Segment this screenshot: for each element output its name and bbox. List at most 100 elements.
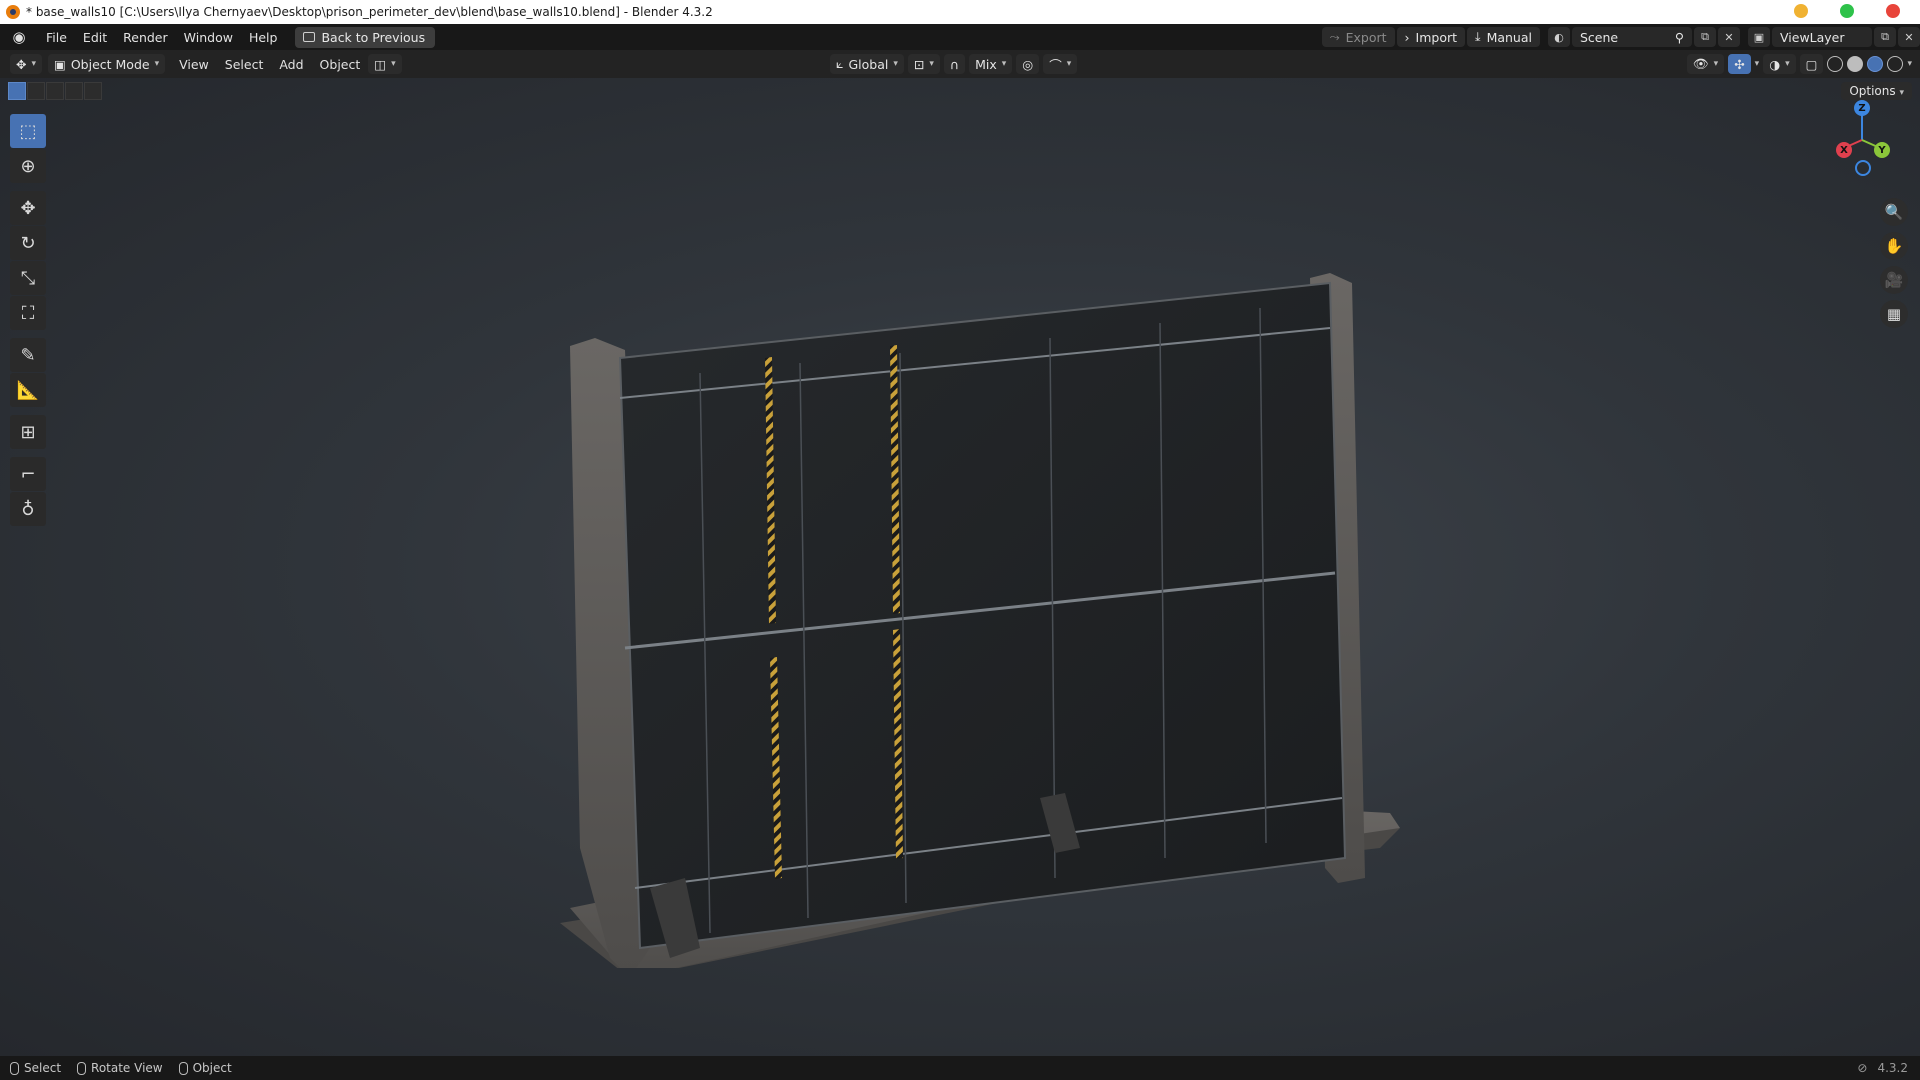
menu-window[interactable]: Window — [176, 27, 241, 48]
shading-dropdown-icon[interactable]: ▾ — [1907, 59, 1912, 69]
close-button[interactable] — [1886, 4, 1900, 18]
scene-selector-icon[interactable]: ◐ — [1548, 27, 1570, 47]
scale-tool-icon[interactable]: ⤡ — [10, 261, 46, 295]
menu-render[interactable]: Render — [115, 27, 176, 48]
navigation-gizmo[interactable]: Z X Y — [1822, 96, 1902, 176]
menu-edit[interactable]: Edit — [75, 27, 115, 48]
top-menubar: ◉ File Edit Render Window Help Back to P… — [0, 24, 1920, 50]
window-titlebar: * base_walls10 [C:\Users\Ilya Chernyaev\… — [0, 0, 1920, 24]
zoom-icon[interactable]: 🔍 — [1880, 198, 1908, 226]
version-area: ⊘ 4.3.2 — [1857, 1061, 1908, 1075]
object-options-button[interactable]: ◫ ▾ — [368, 54, 402, 74]
export-button[interactable]: ⤳ Export — [1321, 27, 1395, 47]
gizmo-x-axis[interactable]: X — [1836, 142, 1852, 158]
menu-help[interactable]: Help — [241, 27, 286, 48]
select-invert-icon[interactable] — [65, 82, 83, 100]
orientation-dropdown[interactable]: ⟀ Global ▾ — [830, 54, 904, 74]
add-cube-tool-icon[interactable]: ⊞ — [10, 415, 46, 449]
menu-object[interactable]: Object — [312, 54, 369, 75]
transform-tool-icon[interactable]: ⛶ — [10, 296, 46, 330]
window-title: * base_walls10 [C:\Users\Ilya Chernyaev\… — [26, 5, 713, 19]
select-intersect-icon[interactable] — [84, 82, 102, 100]
camera-view-icon[interactable]: 🎥 — [1880, 266, 1908, 294]
falloff-curve-icon: ⌒ — [1049, 57, 1062, 73]
status-rotate-view-label: Rotate View — [91, 1061, 163, 1075]
orientation-icon: ⟀ — [836, 56, 844, 71]
proportional-edit-icon: ◎ — [1022, 56, 1034, 72]
scene-value: Scene — [1580, 29, 1619, 45]
viewlayer-selector-icon[interactable]: ▣ — [1748, 27, 1770, 47]
menu-view[interactable]: View — [171, 54, 217, 75]
material-preview-shading-icon[interactable] — [1867, 56, 1884, 72]
gizmo-toggle[interactable]: ✣ — [1728, 54, 1751, 74]
menu-file[interactable]: File — [38, 27, 75, 48]
rendered-shading-icon[interactable] — [1887, 56, 1904, 72]
manual-button[interactable]: ⤓ Manual — [1467, 27, 1540, 47]
back-to-previous-button[interactable]: Back to Previous — [295, 26, 436, 48]
import-icon: › — [1404, 29, 1410, 45]
scene-field[interactable]: Scene ⚲ — [1572, 27, 1692, 47]
overlay-toggle[interactable]: ◑ ▾ — [1763, 54, 1796, 74]
pan-hand-icon[interactable]: ✋ — [1880, 232, 1908, 260]
extra-tool-icon[interactable]: ♁ — [10, 492, 46, 526]
new-scene-icon[interactable]: ⧉ — [1694, 27, 1716, 47]
editor-type-button[interactable]: ✥ ▾ — [10, 54, 43, 74]
xray-toggle[interactable]: ▢ — [1799, 54, 1824, 74]
chevron-down-icon: ▾ — [893, 59, 898, 69]
edit-curve-tool-icon[interactable]: ⌐ — [10, 457, 46, 491]
gizmo-icon: ✣ — [1734, 56, 1745, 72]
maximize-button[interactable] — [1840, 4, 1854, 18]
menubar-right-tools: ⤳ Export › Import ⤓ Manual ◐ Scene ⚲ ⧉ ✕… — [1321, 24, 1920, 50]
select-subtract-icon[interactable] — [46, 82, 64, 100]
back-icon — [303, 32, 316, 42]
viewport-display-tools: 👁 ▾ ✣ ▾ ◑ ▾ ▢ ▾ — [1686, 54, 1912, 74]
minimize-button[interactable] — [1794, 4, 1808, 18]
tool-shelf: ⬚ ⊕ ✥ ↻ ⤡ ⛶ ✎ 📐 ⊞ ⌐ ♁ — [10, 114, 46, 526]
menu-add[interactable]: Add — [271, 54, 311, 75]
version-label: 4.3.2 — [1877, 1061, 1908, 1075]
visibility-dropdown[interactable]: 👁 ▾ — [1686, 54, 1725, 74]
cursor-tool-icon[interactable]: ⊕ — [10, 149, 46, 183]
gizmo-dropdown-icon[interactable]: ▾ — [1755, 59, 1760, 69]
select-extend-icon[interactable] — [27, 82, 45, 100]
wireframe-shading-icon[interactable] — [1827, 56, 1844, 72]
gizmo-y-axis[interactable]: Y — [1874, 142, 1890, 158]
remove-viewlayer-icon[interactable]: ✕ — [1898, 27, 1920, 47]
gizmo-z-axis[interactable]: Z — [1854, 100, 1870, 116]
status-select: Select — [10, 1061, 61, 1075]
viewlayer-field[interactable]: ViewLayer — [1772, 27, 1872, 47]
select-box-tool-icon[interactable]: ⬚ — [10, 114, 46, 148]
snap-toggle[interactable]: ∩ — [943, 54, 966, 74]
3d-viewport[interactable]: ⬚ ⊕ ✥ ↻ ⤡ ⛶ ✎ 📐 ⊞ ⌐ ♁ Options ▾ Z X Y 🔍 … — [0, 78, 1920, 1056]
export-icon: ⤳ — [1329, 29, 1340, 44]
move-tool-icon[interactable]: ✥ — [10, 191, 46, 225]
mouse-right-icon — [178, 1061, 188, 1075]
object-options-icon: ◫ — [374, 56, 387, 72]
solid-shading-icon[interactable] — [1847, 56, 1864, 72]
annotate-tool-icon[interactable]: ✎ — [10, 338, 46, 372]
snap-mode-dropdown[interactable]: Mix ▾ — [969, 54, 1013, 74]
pivot-dropdown[interactable]: ⊡ ▾ — [907, 54, 940, 74]
rotate-tool-icon[interactable]: ↻ — [10, 226, 46, 260]
remove-scene-icon[interactable]: ✕ — [1718, 27, 1740, 47]
menu-select[interactable]: Select — [217, 54, 272, 75]
falloff-dropdown[interactable]: ⌒ ▾ — [1043, 54, 1078, 74]
gizmo-neg-z-axis[interactable] — [1855, 160, 1871, 176]
perspective-toggle-icon[interactable]: ▦ — [1880, 300, 1908, 328]
proportional-edit-toggle[interactable]: ◎ — [1016, 54, 1040, 74]
measure-tool-icon[interactable]: 📐 — [10, 373, 46, 407]
chevron-down-icon: ▾ — [391, 59, 396, 69]
new-viewlayer-icon[interactable]: ⧉ — [1874, 27, 1896, 47]
network-off-icon: ⊘ — [1857, 1061, 1868, 1075]
mode-dropdown[interactable]: ▣ Object Mode ▾ — [48, 54, 166, 74]
mouse-middle-icon — [77, 1061, 87, 1075]
import-button[interactable]: › Import — [1396, 27, 1466, 47]
blender-menu-icon[interactable]: ◉ — [10, 28, 28, 46]
pin-icon[interactable]: ⚲ — [1675, 30, 1684, 45]
wall-barrier-model[interactable] — [520, 188, 1420, 968]
status-object-label: Object — [192, 1061, 232, 1075]
manual-label: Manual — [1486, 29, 1532, 45]
chevron-down-icon: ▾ — [929, 59, 934, 69]
chevron-down-icon: ▾ — [1713, 59, 1719, 69]
select-new-icon[interactable] — [8, 82, 26, 100]
